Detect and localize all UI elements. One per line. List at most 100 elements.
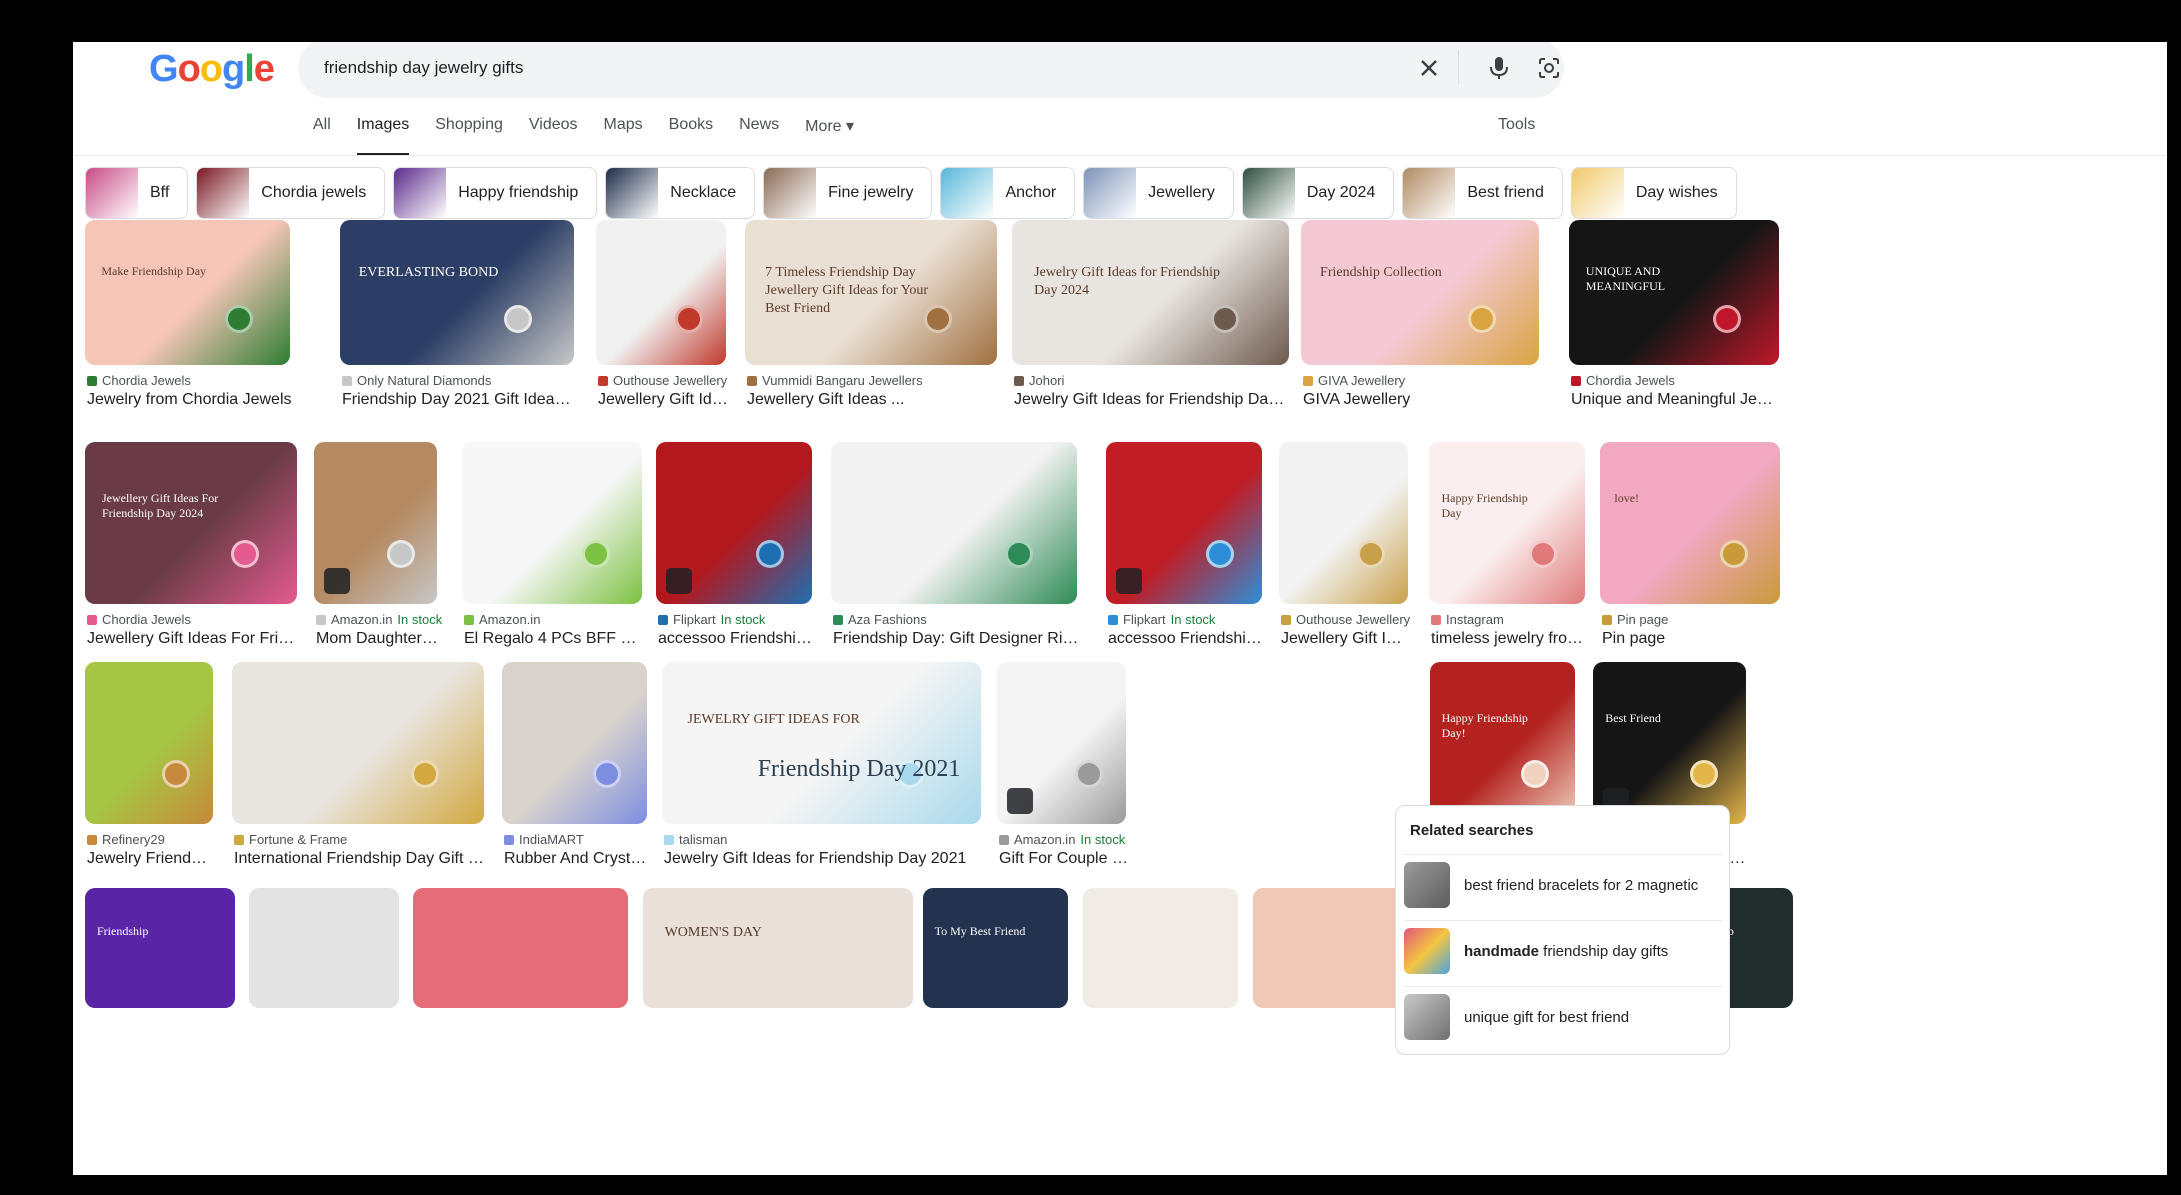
result-title[interactable]: Gift For Couple Br... — [999, 850, 1128, 868]
result-thumbnail[interactable]: Jewellery Gift Ideas For Friendship Day … — [85, 442, 297, 604]
result-title[interactable]: Rubber And Crystal B... — [504, 850, 649, 868]
image-result-card[interactable]: Refinery29 Jewelry Friends Gi... — [85, 662, 215, 884]
result-source[interactable]: Flipkart In stock — [658, 612, 765, 627]
chip-best-friend[interactable]: Best friend — [1402, 167, 1563, 219]
result-thumbnail[interactable]: Friendship — [85, 888, 235, 1008]
related-search-item[interactable]: unique gift for best friend — [1404, 986, 1722, 1047]
result-title[interactable]: Mom Daughter BF... — [316, 630, 439, 648]
result-source[interactable]: talisman — [664, 832, 727, 847]
image-result-card[interactable]: IndiaMART Rubber And Crystal B... — [502, 662, 649, 884]
result-thumbnail[interactable] — [596, 220, 726, 365]
image-result-card[interactable] — [1083, 888, 1238, 1068]
result-source[interactable]: Pin page — [1602, 612, 1668, 627]
result-title[interactable]: Pin page — [1602, 630, 1782, 648]
search-bar[interactable] — [298, 42, 1564, 98]
result-thumbnail[interactable] — [413, 888, 628, 1008]
result-thumbnail[interactable]: UNIQUE AND MEANINGFUL — [1569, 220, 1779, 365]
result-source[interactable]: GIVA Jewellery — [1303, 373, 1405, 388]
result-thumbnail[interactable] — [656, 442, 812, 604]
tab-videos[interactable]: Videos — [529, 116, 578, 156]
result-source[interactable]: Amazon.in In stock — [999, 832, 1125, 847]
chip-jewellery[interactable]: Jewellery — [1083, 167, 1234, 219]
tab-shopping[interactable]: Shopping — [435, 116, 503, 156]
image-result-card[interactable]: Jewellery Gift Ideas For Friendship Day … — [85, 442, 299, 664]
result-thumbnail[interactable] — [85, 662, 213, 824]
result-thumbnail[interactable] — [997, 662, 1126, 824]
result-source[interactable]: Outhouse Jewellery — [1281, 612, 1410, 627]
result-thumbnail[interactable]: EVERLASTING BOND — [340, 220, 574, 365]
result-source[interactable]: Flipkart In stock — [1108, 612, 1215, 627]
related-search-item[interactable]: handmade friendship day gifts — [1404, 920, 1722, 981]
chip-anchor[interactable]: Anchor — [940, 167, 1076, 219]
result-source[interactable]: Instagram — [1431, 612, 1504, 627]
image-result-card[interactable]: UNIQUE AND MEANINGFUL Chordia Jewels Uniqu… — [1569, 220, 1781, 425]
result-source[interactable]: Johori — [1014, 373, 1064, 388]
chip-chordia-jewels[interactable]: Chordia jewels — [196, 167, 386, 219]
result-source[interactable]: Vummidi Bangaru Jewellers — [747, 373, 923, 388]
tab-news[interactable]: News — [739, 116, 779, 156]
result-thumbnail[interactable]: Make Friendship Day — [85, 220, 290, 365]
result-source[interactable]: Aza Fashions — [833, 612, 927, 627]
result-thumbnail[interactable] — [1083, 888, 1238, 1008]
search-input[interactable] — [322, 52, 1326, 84]
image-result-card[interactable] — [413, 888, 628, 1068]
result-title[interactable]: Friendship Day: Gift Designer Rings ... — [833, 630, 1079, 648]
image-result-card[interactable]: Make Friendship Day Chordia Jewels Jewelry… — [85, 220, 292, 425]
image-result-card[interactable]: love! Pin page Pin page — [1600, 442, 1780, 664]
result-thumbnail[interactable]: Friendship Collection — [1301, 220, 1539, 365]
image-result-card[interactable]: JEWELRY GIFT IDEAS FOR Friendship Day 202… — [662, 662, 981, 884]
related-search-item[interactable]: best friend bracelets for 2 magnetic — [1404, 854, 1722, 915]
result-thumbnail[interactable] — [831, 442, 1077, 604]
result-source[interactable]: Amazon.in — [464, 612, 540, 627]
result-thumbnail[interactable]: JEWELRY GIFT IDEAS FOR Friendship Day 202… — [662, 662, 981, 824]
google-logo[interactable]: Google — [149, 48, 275, 91]
chip-fine-jewelry[interactable]: Fine jewelry — [763, 167, 933, 219]
result-title[interactable]: Jewelry Friends Gi... — [87, 850, 215, 868]
result-source[interactable]: Chordia Jewels — [87, 373, 191, 388]
image-result-card[interactable]: Outhouse Jewellery Jewellery Gift Idea... — [596, 220, 728, 425]
chip-day-2024[interactable]: Day 2024 — [1241, 167, 1395, 219]
image-result-card[interactable]: Happy Friendship Day Instagram timeless je… — [1429, 442, 1587, 664]
result-thumbnail[interactable]: Jewelry Gift Ideas for Friendship Day 20… — [1012, 220, 1289, 365]
image-result-card[interactable]: 7 Timeless Friendship Day Jewellery Gift… — [745, 220, 997, 425]
result-source[interactable]: Only Natural Diamonds — [342, 373, 491, 388]
result-source[interactable]: Fortune & Frame — [234, 832, 347, 847]
tools-button[interactable]: Tools — [1498, 116, 1535, 134]
result-thumbnail[interactable]: Happy Friendship Day — [1429, 442, 1585, 604]
result-title[interactable]: timeless jewelry from S... — [1431, 630, 1587, 648]
result-thumbnail[interactable]: To My Best Friend — [923, 888, 1068, 1008]
result-thumbnail[interactable]: love! — [1600, 442, 1780, 604]
result-thumbnail[interactable] — [249, 888, 399, 1008]
result-thumbnail[interactable] — [232, 662, 484, 824]
result-title[interactable]: Jewellery Gift Idea... — [1281, 630, 1410, 648]
result-source[interactable]: Refinery29 — [87, 832, 165, 847]
chip-bff[interactable]: Bff — [85, 167, 189, 219]
result-thumbnail[interactable] — [1106, 442, 1262, 604]
result-title[interactable]: Jewellery Gift Idea... — [598, 391, 728, 409]
image-result-card[interactable]: Flipkart In stock accessoo Friendship D... — [1106, 442, 1264, 664]
result-thumbnail[interactable] — [462, 442, 642, 604]
image-result-card[interactable]: Friendship Collection GIVA Jewellery GIVA … — [1301, 220, 1539, 425]
tab-more[interactable]: More ▾ — [805, 116, 854, 156]
result-source[interactable]: IndiaMART — [504, 832, 584, 847]
result-title[interactable]: Unique and Meaningful Jewelry ... — [1571, 391, 1781, 409]
result-title[interactable]: Friendship Day 2021 Gift Ideas - Onl... — [342, 391, 576, 409]
result-title[interactable]: Jewelry Gift Ideas for Friendship Day 20… — [664, 850, 983, 868]
result-title[interactable]: International Friendship Day Gift Guide … — [234, 850, 486, 868]
image-result-card[interactable]: Amazon.in El Regalo 4 PCs BFF Best F... — [462, 442, 644, 664]
tab-books[interactable]: Books — [669, 116, 713, 156]
result-title[interactable]: Jewellery Gift Ideas For Friendshi... — [87, 630, 299, 648]
google-lens-icon[interactable] — [1532, 51, 1566, 85]
result-thumbnail[interactable]: Best Friend — [1593, 662, 1746, 824]
result-thumbnail[interactable] — [502, 662, 647, 824]
result-thumbnail[interactable]: WOMEN'S DAY — [643, 888, 913, 1008]
result-thumbnail[interactable] — [314, 442, 437, 604]
result-source[interactable]: Chordia Jewels — [1571, 373, 1675, 388]
chip-necklace[interactable]: Necklace — [605, 167, 756, 219]
result-title[interactable]: Jewellery Gift Ideas ... — [747, 391, 999, 409]
image-result-card[interactable]: Jewelry Gift Ideas for Friendship Day 20… — [1012, 220, 1291, 425]
result-thumbnail[interactable]: Happy Friendship Day! — [1430, 662, 1575, 824]
image-result-card[interactable]: Aza Fashions Friendship Day: Gift Designe… — [831, 442, 1079, 664]
result-title[interactable]: Jewelry from Chordia Jewels — [87, 391, 292, 409]
microphone-icon[interactable] — [1482, 51, 1516, 85]
